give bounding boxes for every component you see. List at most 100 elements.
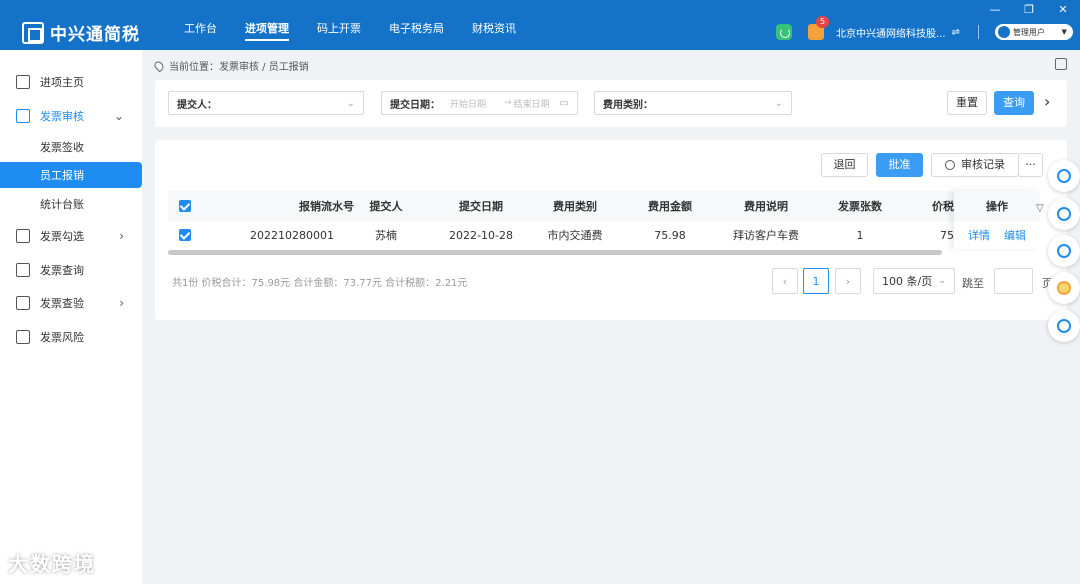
coin-icon[interactable] [1048,272,1080,304]
expand-filter-icon[interactable]: › [1044,92,1050,111]
chevron-right-icon: › [119,296,124,310]
reset-button[interactable]: 重置 [947,91,987,115]
app-logo: 中兴通简税 [22,20,140,45]
prev-page-button[interactable]: ‹ [772,268,798,294]
restore-button[interactable]: ❐ [1012,0,1046,18]
sidebar-item-label: 发票查验 [40,297,84,310]
select-all-checkbox[interactable] [168,191,202,221]
sidebar-item-label: 统计台账 [40,198,84,211]
clock-icon [945,160,955,170]
sidebar-item-label: 发票查询 [40,264,84,277]
sidebar-item-employee-reimbursement[interactable]: 员工报销 [0,162,142,188]
sidebar-item-invoice-review[interactable]: 发票审核 ⌄ [0,103,142,129]
calendar-icon: ▭ [559,97,569,109]
sidebar-item-label: 发票风险 [40,331,84,344]
operation-cell: 详情 编辑 [954,221,1040,249]
cell-expense-type: 市内交通费 [547,229,603,242]
sidebar-item-invoice-risk[interactable]: 发票风险 [0,324,142,350]
col-tax-total[interactable]: 价税 [922,191,954,221]
cell-description: 拜访客户车费 [733,229,799,242]
divider [977,25,979,39]
sidebar-item-invoice-receipt[interactable]: 发票签收 [0,134,142,160]
window-controls: — ❐ ✕ [978,0,1080,18]
cell-invoice-count: 1 [856,228,864,242]
cell-date: 2022-10-28 [449,228,513,242]
bell-icon[interactable]: 5 [808,16,830,40]
jump-page-input[interactable] [994,268,1033,294]
nav-tax-bureau[interactable]: 电子税务局 [375,20,458,44]
sidebar-item-invoice-query[interactable]: 发票查询 [0,257,142,283]
detail-link[interactable]: 详情 [968,227,990,243]
sidebar-item-home[interactable]: 进项主页 [0,69,142,95]
submitter-select[interactable]: 提交人： ⌄ [168,91,364,115]
check-icon [179,229,191,241]
phone-service-icon[interactable] [1048,160,1080,192]
return-button[interactable]: 退回 [821,153,868,177]
col-serial[interactable]: 报销流水号 [234,191,354,221]
edit-link[interactable]: 编辑 [1004,227,1026,243]
chat-icon[interactable] [1048,235,1080,267]
logo-icon [22,21,44,44]
minimize-button[interactable]: — [978,0,1012,18]
row-checkbox[interactable] [168,221,202,249]
table-row[interactable]: 202210280001 苏楠 2022-10-28 市内交通费 75.98 拜… [168,221,954,249]
sidebar-item-label: 员工报销 [40,169,84,182]
nav-workbench[interactable]: 工作台 [170,20,231,44]
col-submitter[interactable]: 提交人 [354,191,418,221]
col-amount[interactable]: 费用金额 [606,191,734,221]
message-icon[interactable] [1048,310,1080,342]
sidebar-item-label: 发票审核 [40,110,84,123]
user-menu[interactable]: 管理用户 ▼ [994,24,1073,40]
table-header: 报销流水号 提交人 提交日期 费用类别 费用金额 费用说明 发票张数 价税 [168,191,954,221]
headset-icon[interactable] [1048,198,1080,230]
sidebar-item-invoice-verify[interactable]: 发票查验 › [0,290,142,316]
query-button[interactable]: 查询 [994,91,1034,115]
refresh-icon[interactable] [776,24,792,40]
approve-button[interactable]: 批准 [876,153,923,177]
date-range-picker[interactable]: 提交日期： 开始日期 → 结束日期 ▭ [381,91,578,115]
breadcrumb: 当前位置： 发票审核 / 员工报销 [152,58,309,73]
filter-icon[interactable]: ▽ [1036,203,1044,214]
col-expense-type[interactable]: 费用类别 [544,191,606,221]
sidebar-item-label: 发票勾选 [40,230,84,243]
date-separator: → [504,98,512,108]
page-size-select[interactable]: 100 条/页 ⌄ [873,268,955,294]
nav-tax-news[interactable]: 财税资讯 [458,20,530,44]
expense-type-select[interactable]: 费用类别： ⌄ [594,91,792,115]
avatar [997,26,1010,38]
sidebar-item-statistics-ledger[interactable]: 统计台账 [0,191,142,217]
swap-icon[interactable]: ⇌ [952,27,960,38]
watermark: 大数跨境 [8,552,96,576]
sidebar-item-invoice-select[interactable]: 发票勾选 › [0,223,142,249]
cell-amount: 75.98 [654,228,686,242]
chevron-down-icon: ▼ [1061,28,1067,36]
chevron-down-icon: ⌄ [346,97,355,109]
breadcrumb-prefix: 当前位置： [169,62,219,73]
audit-record-label: 审核记录 [961,158,1005,171]
edit-icon [16,109,30,123]
check-icon [179,200,191,212]
chevron-right-icon: › [119,229,124,243]
next-page-button[interactable]: › [835,268,861,294]
close-button[interactable]: ✕ [1046,0,1080,18]
col-date[interactable]: 提交日期 [418,191,544,221]
audit-record-button[interactable]: 审核记录 [931,153,1019,177]
more-actions-button[interactable]: ··· [1018,153,1043,177]
summary-text: 共1份 价税合计：75.98元 合计金额：73.77元 合计税额：2.21元 [172,278,468,289]
nav-invoice-issue[interactable]: 码上开票 [303,20,375,44]
search-doc-icon [16,296,30,310]
fullscreen-icon[interactable] [1055,58,1067,70]
col-description[interactable]: 费用说明 [734,191,798,221]
page-1-button[interactable]: 1 [803,268,829,294]
horizontal-scrollbar[interactable] [168,250,942,255]
company-name[interactable]: 北京中兴通网络科技股... [836,25,946,40]
cell-submitter: 苏楠 [375,229,397,242]
expense-type-label: 费用类别： [603,99,653,111]
grid-icon [16,263,30,277]
nav-input-management[interactable]: 进项管理 [231,20,303,44]
chevron-down-icon: ⌄ [938,276,946,286]
col-invoice-count[interactable]: 发票张数 [798,191,922,221]
cell-tax-total: 75 [940,228,954,242]
date-end[interactable]: 结束日期 [514,97,550,110]
date-start[interactable]: 开始日期 [450,97,486,110]
